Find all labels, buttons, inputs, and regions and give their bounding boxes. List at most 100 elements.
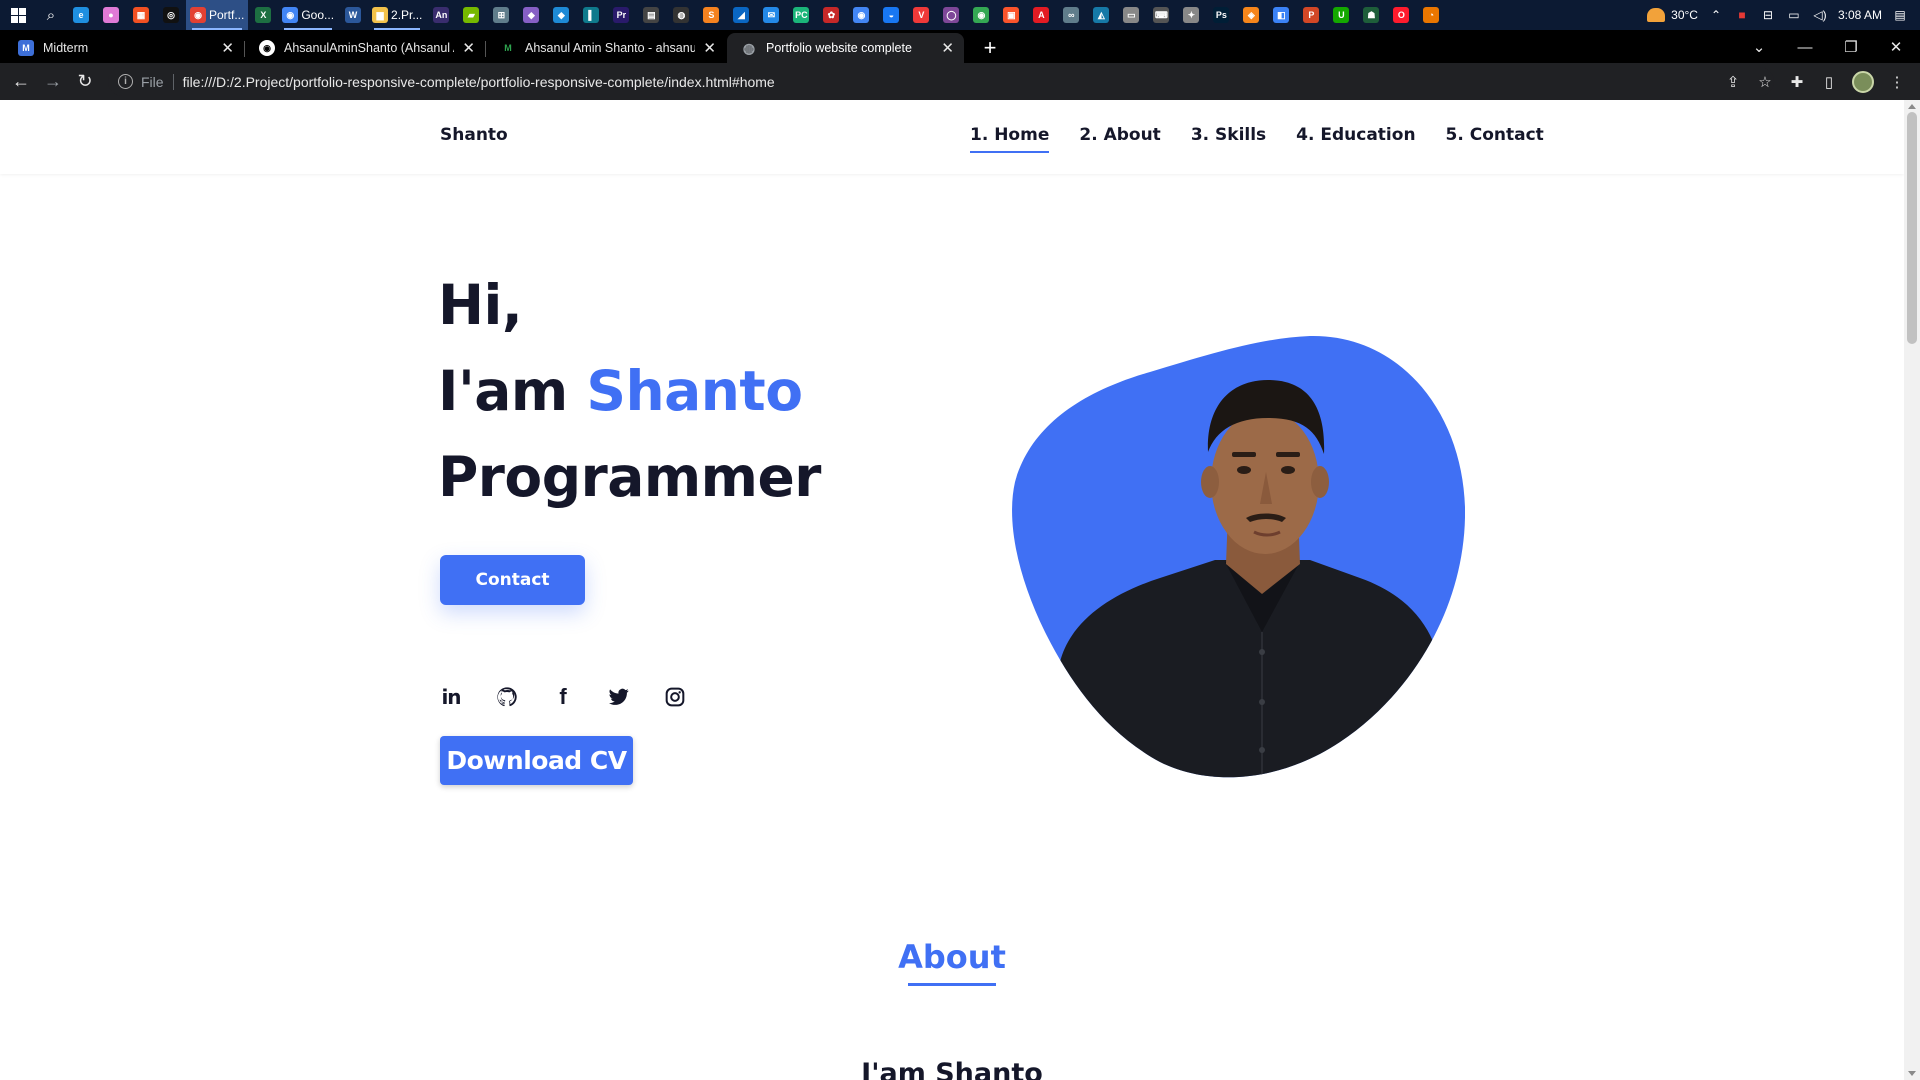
download-cv-button[interactable]: Download CV	[440, 736, 633, 785]
close-icon[interactable]: ✕	[462, 39, 475, 57]
mail-taskbar-button[interactable]: ✉	[756, 0, 786, 30]
vmware-taskbar-button[interactable]: ⊞	[486, 0, 516, 30]
link-taskbar-button[interactable]: ∞	[1056, 0, 1086, 30]
visual-studio-taskbar-button[interactable]: ◆	[516, 0, 546, 30]
pycharm-taskbar-button[interactable]: PC	[786, 0, 816, 30]
address-bar[interactable]: i File file:///D:/2.Project/portfolio-re…	[108, 67, 1774, 96]
terminal-taskbar-button[interactable]: ▤	[636, 0, 666, 30]
word-taskbar-button[interactable]: W	[338, 0, 368, 30]
obs-taskbar-button[interactable]: ◍	[666, 0, 696, 30]
restore-button[interactable]: ❐	[1831, 33, 1871, 61]
weather-widget[interactable]: 30°C	[1647, 8, 1698, 22]
sublime-taskbar-button[interactable]: S	[696, 0, 726, 30]
brave-taskbar-button[interactable]: ▣	[996, 0, 1026, 30]
animate-taskbar-button[interactable]: An	[426, 0, 456, 30]
monitor-icon: ▭	[1123, 7, 1140, 23]
figma-taskbar-button[interactable]: ◢	[726, 0, 756, 30]
tab-midterm[interactable]: M Midterm ✕	[4, 33, 244, 63]
taskbar-app-label: Portf...	[209, 8, 245, 22]
chrome-google-taskbar-button[interactable]: ◉ Goo...	[278, 0, 338, 30]
color-picker-taskbar-button[interactable]: ◎	[156, 0, 186, 30]
scroll-down-icon[interactable]	[1908, 1071, 1916, 1076]
nav-about[interactable]: 2. About	[1079, 125, 1160, 145]
photos-taskbar-button[interactable]: ✿	[816, 0, 846, 30]
edge-taskbar-button[interactable]: e	[66, 0, 96, 30]
wireshark-taskbar-button[interactable]: ◭	[1086, 0, 1116, 30]
messenger-taskbar-button[interactable]: ◒	[876, 0, 906, 30]
reload-button[interactable]: ↻	[69, 66, 101, 98]
search-icon[interactable]: ⌕	[36, 0, 66, 30]
nav-skills[interactable]: 3. Skills	[1191, 125, 1266, 145]
powerpoint-taskbar-button[interactable]: P	[1296, 0, 1326, 30]
chrome-portfolio-taskbar-button[interactable]: ◉ Portf...	[186, 0, 249, 30]
tab-portfolio[interactable]: ◍ Portfolio website complete ✕	[727, 33, 964, 63]
tab-ahsanul-amin-shanto[interactable]: M Ahsanul Amin Shanto - ahsanulamin ✕	[486, 33, 726, 63]
scrollbar-thumb[interactable]	[1907, 112, 1917, 344]
premiere-taskbar-button[interactable]: Pr	[606, 0, 636, 30]
minimize-button[interactable]: —	[1785, 33, 1825, 61]
tab-github[interactable]: ◉ AhsanulAminShanto (Ahsanul Amin Shanto…	[245, 33, 485, 63]
close-window-button[interactable]: ✕	[1876, 33, 1916, 61]
network-icon[interactable]: ▭	[1786, 8, 1802, 22]
opera-taskbar-button[interactable]: O	[1386, 0, 1416, 30]
page-scrollbar[interactable]	[1904, 100, 1920, 1080]
vscode-taskbar-button[interactable]: ◆	[546, 0, 576, 30]
folder-taskbar-button[interactable]: ▆ 2.Pr...	[368, 0, 426, 30]
url-text[interactable]: file:///D:/2.Project/portfolio-responsiv…	[183, 74, 775, 90]
chevron-up-icon[interactable]: ⌃	[1708, 8, 1724, 22]
scroll-up-icon[interactable]	[1908, 104, 1916, 109]
nav-home[interactable]: 1. Home	[970, 125, 1050, 153]
volume-icon[interactable]: ◁)	[1812, 8, 1828, 22]
upwork-taskbar-button[interactable]: U	[1326, 0, 1356, 30]
site-logo[interactable]: Shanto	[440, 125, 508, 145]
share-icon[interactable]: ⇪	[1724, 73, 1742, 91]
teamviewer-icon[interactable]: ⊟	[1760, 8, 1776, 22]
intellij-taskbar-button[interactable]: ▌	[576, 0, 606, 30]
bookmark-star-icon[interactable]: ☆	[1756, 73, 1774, 91]
mask-taskbar-button[interactable]: ◈	[1236, 0, 1266, 30]
monitor-taskbar-button[interactable]: ▭	[1116, 0, 1146, 30]
new-tab-button[interactable]: +	[976, 34, 1004, 62]
twitter-icon[interactable]	[608, 686, 630, 708]
contact-button[interactable]: Contact	[440, 555, 585, 605]
nvidia-taskbar-button[interactable]: ▰	[456, 0, 486, 30]
info-icon[interactable]: i	[118, 74, 133, 89]
acrobat-taskbar-button[interactable]: A	[1026, 0, 1056, 30]
tor-taskbar-button[interactable]: ◯	[936, 0, 966, 30]
facebook-icon[interactable]: f	[552, 684, 574, 709]
excel-taskbar-button[interactable]: X	[248, 0, 278, 30]
profile-photo-blob	[1012, 335, 1465, 778]
photoshop-taskbar-button[interactable]: Ps	[1206, 0, 1236, 30]
chrome-green-taskbar-button[interactable]: ◉	[966, 0, 996, 30]
start-button[interactable]	[0, 0, 36, 30]
back-button[interactable]: ←	[5, 66, 37, 98]
nav-contact[interactable]: 5. Contact	[1446, 125, 1544, 145]
clock[interactable]: 3:08 AM	[1838, 8, 1882, 22]
side-panel-icon[interactable]: ▯	[1820, 73, 1838, 91]
notifications-icon[interactable]: ▤	[1892, 8, 1908, 22]
paint-taskbar-button[interactable]: ●	[96, 0, 126, 30]
instagram-icon[interactable]	[664, 686, 686, 708]
antivirus-icon[interactable]: ■	[1734, 8, 1750, 22]
store-taskbar-button[interactable]: ▦	[126, 0, 156, 30]
keyboard-taskbar-button[interactable]: ⌨	[1146, 0, 1176, 30]
blender-taskbar-button[interactable]: ◔	[1416, 0, 1446, 30]
extensions-icon[interactable]: ✚	[1788, 73, 1806, 91]
linkedin-icon[interactable]: in	[440, 685, 462, 709]
ghost-taskbar-button[interactable]: ☗	[1356, 0, 1386, 30]
tab-search-icon[interactable]: ⌄	[1739, 33, 1779, 61]
bird-taskbar-button[interactable]: ✦	[1176, 0, 1206, 30]
close-icon[interactable]: ✕	[941, 39, 954, 57]
forward-button[interactable]: →	[37, 66, 69, 98]
close-icon[interactable]: ✕	[703, 39, 716, 57]
site-header: Shanto 1. Home 2. About 3. Skills 4. Edu…	[0, 100, 1904, 174]
profile-avatar[interactable]	[1852, 70, 1874, 93]
close-icon[interactable]: ✕	[221, 39, 234, 57]
cube-taskbar-button[interactable]: ◧	[1266, 0, 1296, 30]
chrome-taskbar-button[interactable]: ◉	[846, 0, 876, 30]
taskbar-apps: ⌕ e ● ▦ ◎ ◉ Portf... X ◉ Goo... W ▆ 2.Pr... An ▰ ⊞ ◆ ◆ ▌ P…	[0, 0, 1446, 30]
nav-education[interactable]: 4. Education	[1296, 125, 1415, 145]
github-icon[interactable]	[496, 686, 518, 708]
vivaldi-taskbar-button[interactable]: V	[906, 0, 936, 30]
menu-icon[interactable]: ⋮	[1888, 73, 1906, 91]
